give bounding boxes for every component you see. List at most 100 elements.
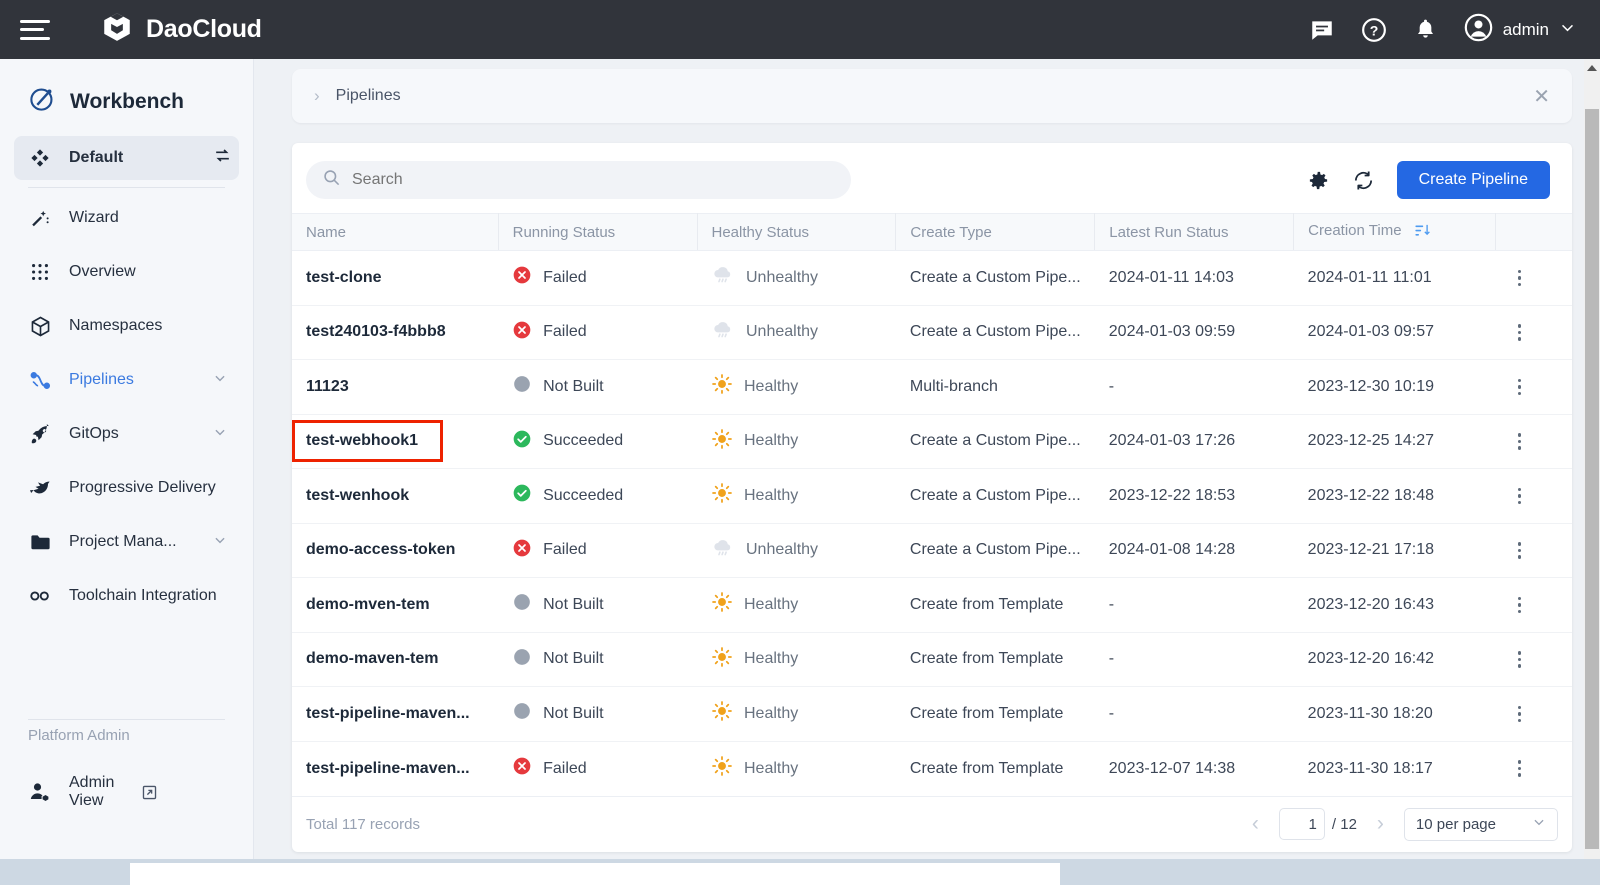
- create-pipeline-button[interactable]: Create Pipeline: [1397, 161, 1550, 199]
- user-menu[interactable]: admin: [1464, 13, 1576, 47]
- column-header-latest-run[interactable]: Latest Run Status: [1095, 214, 1294, 251]
- row-actions-menu-icon[interactable]: [1510, 379, 1572, 396]
- pipeline-name[interactable]: test240103-f4bbb8: [306, 323, 498, 341]
- column-header-create-type[interactable]: Create Type: [896, 214, 1095, 251]
- creation-time-label: 2023-12-25 14:27: [1308, 432, 1496, 450]
- sidebar-item-admin-view[interactable]: Admin View: [14, 770, 239, 814]
- cell-name: demo-maven-tem: [292, 632, 498, 687]
- sidebar-item-namespaces[interactable]: Namespaces: [14, 304, 239, 348]
- table-row[interactable]: test-pipeline-maven...FailedHealthyCreat…: [292, 741, 1572, 796]
- table-row[interactable]: 11123Not BuiltHealthyMulti-branch-2023-1…: [292, 360, 1572, 415]
- chevron-down-icon[interactable]: [213, 533, 227, 552]
- neutral-icon: [512, 592, 532, 617]
- horizontal-scrollbar[interactable]: [0, 859, 1600, 885]
- pipeline-name[interactable]: demo-access-token: [306, 541, 498, 559]
- row-actions-menu-icon[interactable]: [1510, 706, 1572, 723]
- sidebar-item-label: Admin View: [69, 774, 114, 810]
- sidebar-item-progressive-delivery[interactable]: Progressive Delivery: [14, 466, 239, 510]
- row-actions-menu-icon[interactable]: [1510, 324, 1572, 341]
- running-status-label: Succeeded: [543, 432, 623, 450]
- row-actions-menu-icon[interactable]: [1510, 597, 1572, 614]
- sort-descending-icon[interactable]: [1414, 222, 1431, 243]
- healthy-status-label: Healthy: [744, 432, 798, 450]
- pipeline-name[interactable]: demo-maven-tem: [306, 650, 498, 668]
- sidebar-footer: Platform Admin Admin View: [0, 712, 253, 814]
- cell-healthy-status: Healthy: [697, 414, 896, 469]
- sidebar-item-pipelines[interactable]: Pipelines: [14, 358, 239, 402]
- neutral-icon: [512, 701, 532, 726]
- row-actions-menu-icon[interactable]: [1510, 542, 1572, 559]
- pipeline-icon: [28, 368, 52, 392]
- chevron-down-icon[interactable]: [213, 425, 227, 444]
- pipeline-name[interactable]: demo-mven-tem: [306, 596, 498, 614]
- row-actions-menu-icon[interactable]: [1510, 488, 1572, 505]
- chevron-left-icon[interactable]: ‹: [1248, 812, 1263, 836]
- sidebar-item-overview[interactable]: Overview: [14, 250, 239, 294]
- pipeline-name[interactable]: test-pipeline-maven...: [306, 760, 498, 778]
- table-row[interactable]: demo-access-tokenFailedUnhealthyCreate a…: [292, 523, 1572, 578]
- per-page-select[interactable]: 10 per page: [1404, 808, 1558, 841]
- menu-icon[interactable]: [20, 18, 50, 42]
- column-header-running[interactable]: Running Status: [498, 214, 697, 251]
- search-box[interactable]: [306, 161, 851, 199]
- table-row[interactable]: demo-mven-temNot BuiltHealthyCreate from…: [292, 578, 1572, 633]
- vertical-scrollbar[interactable]: [1584, 59, 1600, 885]
- vertical-scrollbar-thumb[interactable]: [1585, 109, 1599, 849]
- external-link-icon[interactable]: [141, 784, 158, 801]
- breadcrumb-label[interactable]: Pipelines: [336, 87, 401, 105]
- chat-icon[interactable]: [1309, 17, 1335, 43]
- pipeline-name[interactable]: test-clone: [306, 269, 498, 287]
- row-actions-menu-icon[interactable]: [1510, 433, 1572, 450]
- table-row[interactable]: test-cloneFailedUnhealthyCreate a Custom…: [292, 251, 1572, 306]
- close-icon[interactable]: ✕: [1533, 84, 1550, 109]
- cell-creation-time: 2023-11-30 18:17: [1294, 741, 1496, 796]
- pipeline-name[interactable]: test-wenhook: [306, 487, 498, 505]
- column-header-name[interactable]: Name: [292, 214, 498, 251]
- switch-icon[interactable]: [213, 146, 227, 170]
- sidebar-item-project-management[interactable]: Project Mana...: [14, 520, 239, 564]
- table-row[interactable]: test-pipeline-maven...Not BuiltHealthyCr…: [292, 687, 1572, 742]
- table-row[interactable]: demo-maven-temNot BuiltHealthyCreate fro…: [292, 632, 1572, 687]
- latest-run-label: 2023-12-22 18:53: [1109, 487, 1294, 505]
- sidebar-item-wizard[interactable]: Wizard: [14, 196, 239, 240]
- sun-icon: [711, 646, 733, 673]
- pipeline-name[interactable]: 11123: [306, 378, 498, 396]
- refresh-icon[interactable]: [1352, 169, 1375, 192]
- horizontal-scrollbar-thumb[interactable]: [130, 863, 1060, 885]
- cell-name: test-pipeline-maven...: [292, 687, 498, 742]
- create-type-label: Create a Custom Pipe...: [910, 541, 1095, 559]
- chevron-right-icon[interactable]: ›: [1373, 812, 1388, 836]
- main-content: › Pipelines ✕: [254, 59, 1586, 859]
- pagination: ‹ / 12 › 10 per page: [1248, 808, 1558, 841]
- sidebar-item-gitops[interactable]: GitOps: [14, 412, 239, 456]
- table-row[interactable]: test-wenhookSucceededHealthyCreate a Cus…: [292, 469, 1572, 524]
- healthy-status-label: Unhealthy: [746, 541, 818, 559]
- help-icon[interactable]: ?: [1361, 17, 1387, 43]
- cell-healthy-status: Healthy: [697, 578, 896, 633]
- row-actions-menu-icon[interactable]: [1510, 270, 1572, 287]
- pipeline-name[interactable]: test-pipeline-maven...: [306, 705, 498, 723]
- column-header-healthy[interactable]: Healthy Status: [697, 214, 896, 251]
- row-actions-menu-icon[interactable]: [1510, 651, 1572, 668]
- sidebar-item-toolchain-integration[interactable]: Toolchain Integration: [14, 574, 239, 618]
- latest-run-label: -: [1109, 705, 1294, 723]
- table-row[interactable]: test-webhook1SucceededHealthyCreate a Cu…: [292, 414, 1572, 469]
- page-input[interactable]: [1279, 808, 1325, 840]
- cell-healthy-status: Unhealthy: [697, 305, 896, 360]
- chevron-down-icon[interactable]: [1559, 19, 1576, 41]
- cell-running-status: Not Built: [498, 687, 697, 742]
- grid-icon: [28, 260, 52, 284]
- gear-icon[interactable]: [1307, 169, 1330, 192]
- row-actions-menu-icon[interactable]: [1510, 760, 1572, 777]
- chevron-down-icon[interactable]: [213, 371, 227, 390]
- table-row[interactable]: test240103-f4bbb8FailedUnhealthyCreate a…: [292, 305, 1572, 360]
- bell-icon[interactable]: [1413, 17, 1438, 42]
- scroll-up-icon[interactable]: [1587, 65, 1597, 71]
- cell-name: test-wenhook: [292, 469, 498, 524]
- sidebar-workspace-default[interactable]: Default: [14, 136, 239, 180]
- column-header-creation-time[interactable]: Creation Time: [1294, 214, 1496, 251]
- cell-actions: [1496, 632, 1572, 687]
- pipeline-name[interactable]: test-webhook1: [306, 432, 418, 449]
- search-input[interactable]: [352, 171, 835, 189]
- per-page-label: 10 per page: [1416, 816, 1496, 833]
